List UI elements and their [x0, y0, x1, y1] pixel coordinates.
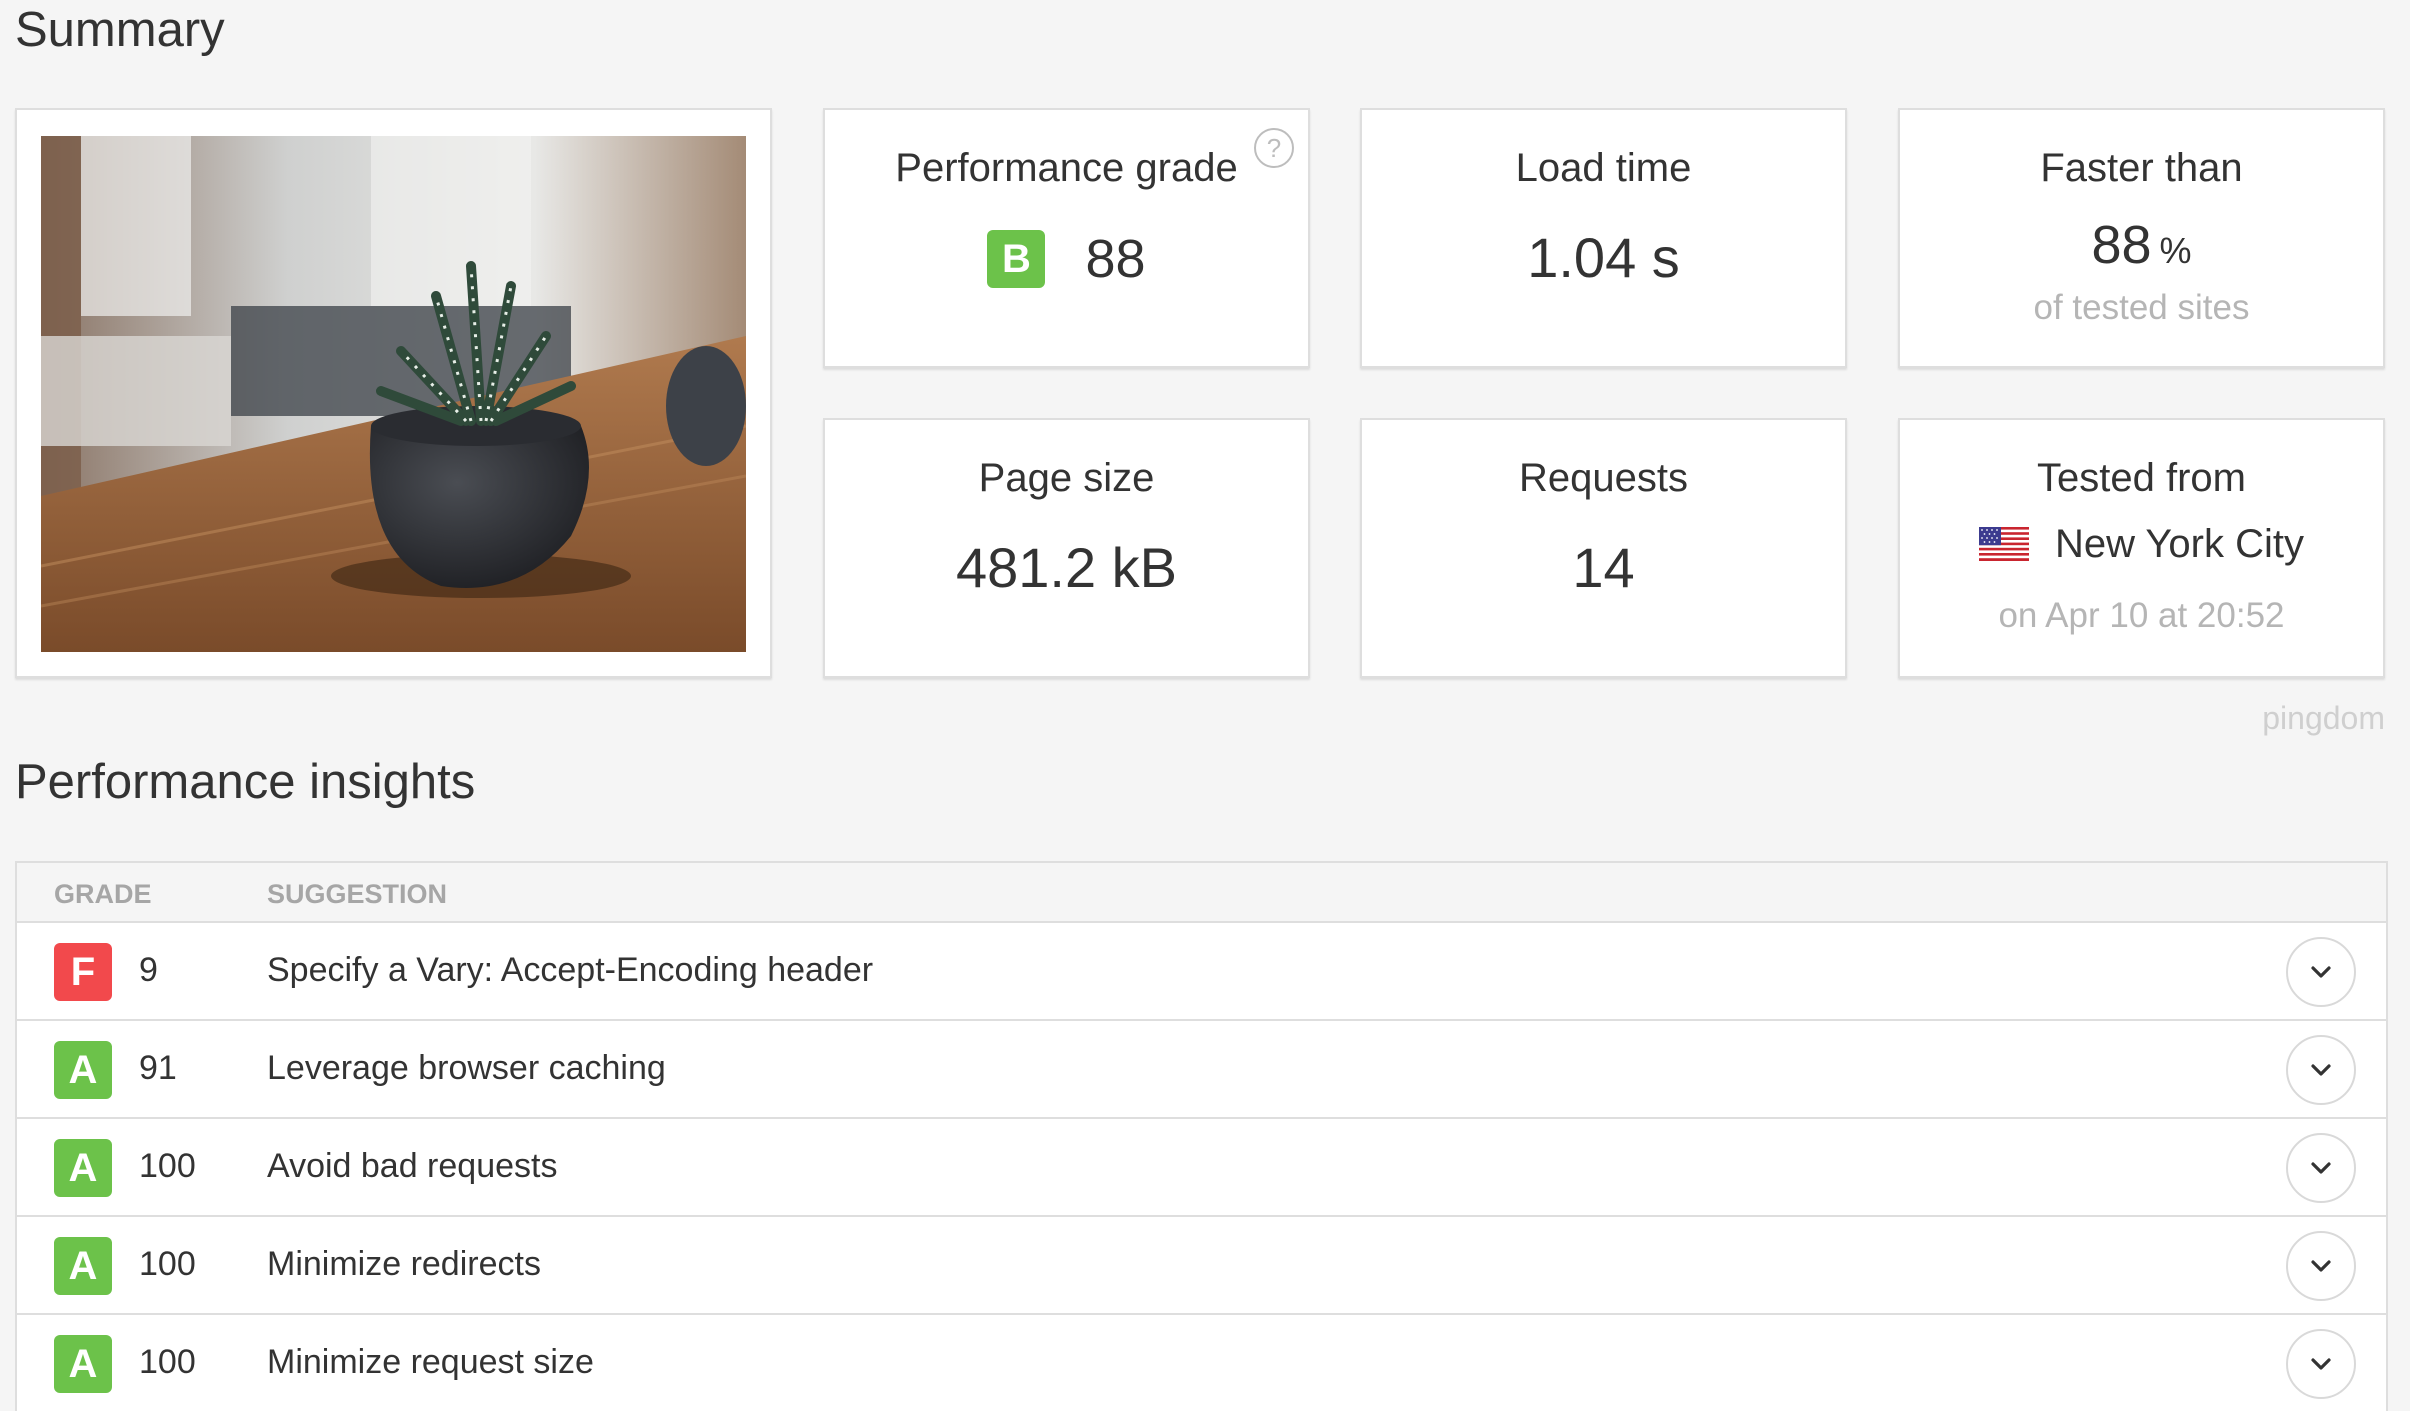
tested-from-date: on Apr 10 at 20:52 [1998, 596, 2285, 635]
expand-button[interactable] [2286, 1329, 2356, 1399]
insights-table: GRADE SUGGESTION F 9 Specify a Vary: Acc… [15, 861, 2388, 1411]
performance-grade-row: B 88 [825, 228, 1308, 290]
expand-button[interactable] [2286, 1231, 2356, 1301]
table-row[interactable]: A 100 Minimize redirects [17, 1217, 2386, 1315]
page-size-label: Page size [978, 456, 1155, 500]
page: Summary ? Performance grade B 88 Load ti… [0, 0, 2410, 1411]
chevron-down-icon [2311, 1260, 2331, 1272]
faster-than-label: Faster than [2040, 146, 2243, 190]
load-time-card: Load time 1.04 s [1360, 108, 1847, 368]
suggestion-column-header: SUGGESTION [267, 879, 448, 909]
table-row[interactable]: A 91 Leverage browser caching [17, 1021, 2386, 1119]
expand-button[interactable] [2286, 1133, 2356, 1203]
table-row[interactable]: A 100 Minimize request size [17, 1315, 2386, 1411]
table-row[interactable]: A 100 Avoid bad requests [17, 1119, 2386, 1217]
chevron-down-icon [2311, 1358, 2331, 1370]
tested-from-label: Tested from [2037, 456, 2246, 500]
performance-grade-label: Performance grade [895, 146, 1238, 190]
chevron-down-icon [2311, 1064, 2331, 1076]
grade-score: 9 [139, 951, 158, 989]
requests-label: Requests [1519, 456, 1688, 500]
suggestion-text: Minimize redirects [267, 1245, 541, 1283]
requests-card: Requests 14 [1360, 418, 1847, 678]
grade-score: 100 [139, 1147, 196, 1185]
expand-button[interactable] [2286, 1035, 2356, 1105]
us-flag-icon [1979, 527, 2029, 561]
page-size-value: 481.2 kB [955, 536, 1178, 599]
insights-title: Performance insights [15, 755, 476, 809]
faster-than-sub: of tested sites [2033, 288, 2250, 327]
faster-than-value-row: 88% [1900, 218, 2383, 272]
grade-badge: A [54, 1041, 112, 1099]
performance-grade-value: 88 [1085, 229, 1146, 289]
table-header: GRADE SUGGESTION [17, 863, 2386, 923]
load-time-value: 1.04 s [1527, 226, 1680, 289]
load-time-label: Load time [1515, 146, 1692, 190]
summary-title: Summary [15, 3, 225, 57]
suggestion-text: Avoid bad requests [267, 1147, 558, 1185]
faster-than-value: 88 [2091, 215, 2152, 275]
performance-grade-card: ? Performance grade B 88 [823, 108, 1310, 368]
grade-badge: A [54, 1139, 112, 1197]
chevron-down-icon [2311, 966, 2331, 978]
tested-from-location: New York City [2055, 522, 2304, 566]
faster-than-unit: % [2159, 230, 2192, 271]
pingdom-logo: pingdom [2262, 700, 2385, 736]
grade-score: 91 [139, 1049, 177, 1087]
suggestion-text: Leverage browser caching [267, 1049, 666, 1087]
table-row[interactable]: F 9 Specify a Vary: Accept-Encoding head… [17, 923, 2386, 1021]
website-screenshot [41, 136, 746, 652]
grade-badge: F [54, 943, 112, 1001]
suggestion-text: Specify a Vary: Accept-Encoding header [267, 951, 874, 989]
grade-column-header: GRADE [54, 879, 152, 909]
chevron-down-icon [2311, 1162, 2331, 1174]
tested-from-card: Tested from New York City on Apr 10 at 2… [1898, 418, 2385, 678]
grade-badge: B [987, 230, 1046, 288]
faster-than-card: Faster than 88% of tested sites [1898, 108, 2385, 368]
tested-from-location-row: New York City [1900, 524, 2383, 564]
page-size-card: Page size 481.2 kB [823, 418, 1310, 678]
grade-score: 100 [139, 1245, 196, 1283]
expand-button[interactable] [2286, 937, 2356, 1007]
grade-score: 100 [139, 1343, 196, 1381]
website-screenshot-card [15, 108, 772, 678]
requests-value: 14 [1572, 536, 1635, 599]
suggestion-text: Minimize request size [267, 1343, 594, 1381]
grade-badge: A [54, 1335, 112, 1393]
grade-badge: A [54, 1237, 112, 1295]
